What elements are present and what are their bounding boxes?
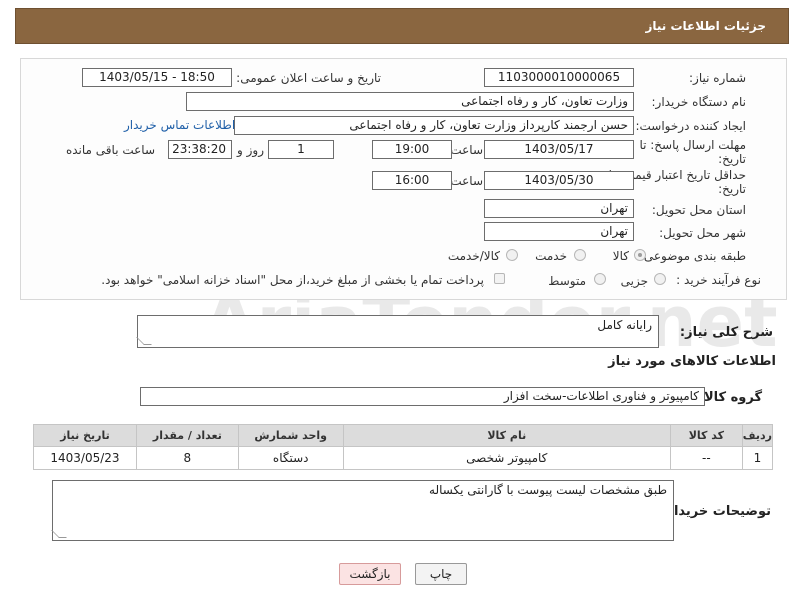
- category-radio-goods-service[interactable]: [506, 249, 518, 261]
- goods-info-title: اطلاعات کالاهای مورد نیاز: [608, 354, 776, 369]
- creator-label: ایجاد کننده درخواست:: [635, 119, 746, 133]
- province-label: استان محل تحویل:: [651, 203, 746, 217]
- category-option-goods: کالا: [612, 249, 629, 263]
- creator-field[interactable]: حسن ارجمند کارپرداز وزارت تعاون، کار و ر…: [234, 116, 634, 135]
- province-field[interactable]: تهران: [484, 199, 634, 218]
- treasury-payment-checkbox[interactable]: [494, 273, 505, 284]
- goods-table: ردیف کد کالا نام کالا واحد شمارش تعداد /…: [33, 424, 774, 470]
- deadline-label-date: تاریخ:: [718, 152, 746, 166]
- remaining-time-field[interactable]: 23:38:20: [168, 140, 232, 159]
- category-option-goods-service: کالا/خدمت: [447, 249, 500, 263]
- remaining-time-label: ساعت باقی مانده: [65, 143, 155, 157]
- buyer-contact-link[interactable]: اطلاعات تماس خریدار: [124, 118, 235, 132]
- price-validity-label-date: تاریخ:: [718, 182, 746, 196]
- price-validity-time-field[interactable]: 16:00: [372, 171, 452, 190]
- need-number-label: شماره نیاز:: [689, 71, 746, 85]
- treasury-payment-note: پرداخت تمام یا بخشی از مبلغ خرید،از محل …: [101, 273, 484, 287]
- cell-need-date: 1403/05/23: [33, 446, 137, 470]
- buyer-org-field[interactable]: وزارت تعاون، کار و رفاه اجتماعی: [186, 92, 634, 111]
- category-option-service: خدمت: [535, 249, 567, 263]
- deadline-date-field[interactable]: 1403/05/17: [484, 140, 634, 159]
- buyer-notes-textarea[interactable]: طبق مشخصات لیست پیوست با گارانتی یکساله: [51, 480, 674, 541]
- buyer-notes-value: طبق مشخصات لیست پیوست با گارانتی یکساله: [429, 483, 667, 497]
- page-title: جزئیات اطلاعات نیاز: [645, 19, 766, 33]
- table-row[interactable]: 1 -- کامپیوتر شخصی دستگاه 8 1403/05/23: [33, 446, 774, 470]
- process-option-medium: متوسط: [548, 274, 586, 288]
- resize-grip-icon[interactable]: [136, 337, 152, 345]
- cell-item-name: کامپیوتر شخصی: [342, 446, 671, 470]
- process-radio-medium[interactable]: [594, 273, 606, 285]
- announce-date-field[interactable]: 1403/05/15 - 18:50: [82, 68, 232, 87]
- cell-unit: دستگاه: [237, 446, 344, 470]
- goods-group-label: گروه کالا:: [698, 390, 762, 405]
- summary-label: شرح کلی نیاز:: [679, 325, 773, 340]
- goods-table-header-row: ردیف کد کالا نام کالا واحد شمارش تعداد /…: [33, 424, 774, 447]
- category-radio-service[interactable]: [574, 249, 586, 261]
- col-item-code: کد کالا: [669, 424, 743, 447]
- buyer-org-label: نام دستگاه خریدار:: [651, 95, 747, 109]
- price-validity-date-field[interactable]: 1403/05/30: [484, 171, 634, 190]
- category-radio-goods[interactable]: [634, 249, 646, 261]
- deadline-time-field[interactable]: 19:00: [372, 140, 452, 159]
- col-quantity: تعداد / مقدار: [135, 424, 239, 447]
- cell-quantity: 8: [135, 446, 239, 470]
- city-label: شهر محل تحویل:: [659, 226, 746, 240]
- category-label: طبقه بندی موضوعی:: [639, 249, 746, 263]
- summary-textarea[interactable]: رایانه کامل: [136, 315, 659, 348]
- cell-item-code: --: [669, 446, 743, 470]
- need-number-field[interactable]: 1103000010000065: [484, 68, 634, 87]
- goods-group-field[interactable]: کامپیوتر و فناوری اطلاعات-سخت افزار: [140, 387, 705, 406]
- price-validity-time-label: ساعت: [450, 174, 483, 188]
- process-radio-minor[interactable]: [654, 273, 666, 285]
- page-header: جزئیات اطلاعات نیاز: [15, 8, 789, 44]
- col-item-name: نام کالا: [342, 424, 671, 447]
- buyer-notes-label: توضیحات خریدار:: [661, 504, 771, 519]
- days-remaining-field[interactable]: 1: [268, 140, 334, 159]
- col-need-date: تاریخ نیاز: [33, 424, 137, 447]
- col-unit: واحد شمارش: [237, 424, 344, 447]
- cell-row-number: 1: [741, 446, 774, 470]
- process-option-minor: جزیی: [620, 274, 648, 288]
- summary-value: رایانه کامل: [597, 318, 652, 332]
- process-label: نوع فرآیند خرید :: [676, 273, 761, 287]
- deadline-time-label: ساعت: [450, 143, 483, 157]
- announce-date-label: تاریخ و ساعت اعلان عمومی:: [236, 71, 381, 85]
- deadline-label: مهلت ارسال پاسخ: تا: [639, 138, 746, 152]
- days-label: روز و: [237, 143, 264, 157]
- back-button[interactable]: بازگشت: [339, 563, 401, 585]
- col-row-number: ردیف: [741, 424, 774, 447]
- city-field[interactable]: تهران: [484, 222, 634, 241]
- resize-grip-icon[interactable]: [51, 530, 67, 538]
- print-button[interactable]: چاپ: [415, 563, 467, 585]
